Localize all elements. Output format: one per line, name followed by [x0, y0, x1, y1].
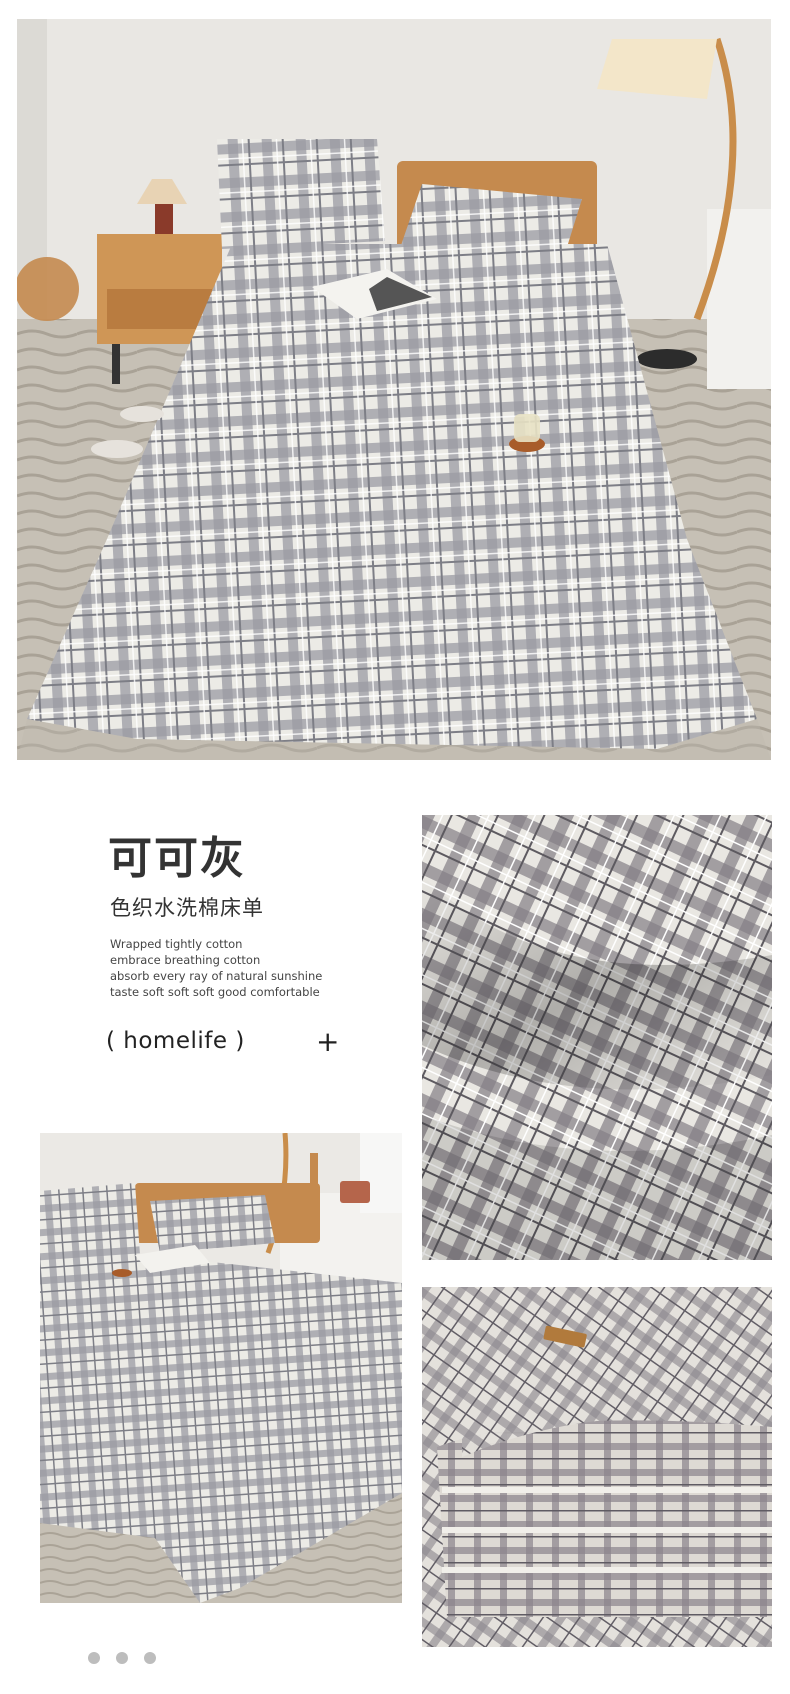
pagination-dot[interactable] — [88, 1652, 100, 1664]
description-line: Wrapped tightly cotton — [110, 937, 243, 951]
bedroom-secondary-image — [40, 1133, 402, 1603]
product-subtitle: 色织水洗棉床单 — [110, 896, 264, 920]
folded-sheets-image — [422, 1287, 772, 1647]
fabric-folds-image — [422, 815, 772, 1260]
pagination-dot[interactable] — [144, 1652, 156, 1664]
bedroom-secondary-photo — [40, 1133, 402, 1603]
description-line: embrace breathing cotton — [110, 953, 261, 967]
brand-label: ( homelife ) — [106, 1028, 245, 1054]
gallery-pagination — [88, 1652, 156, 1664]
pagination-dot[interactable] — [116, 1652, 128, 1664]
description-line: taste soft soft soft good comfortable — [110, 985, 320, 999]
hero-bedroom-photo — [17, 19, 771, 760]
description-line: absorb every ray of natural sunshine — [110, 969, 323, 983]
folded-sheets-photo — [422, 1287, 772, 1647]
plus-icon: + — [316, 1025, 340, 1058]
fabric-closeup-photo — [422, 815, 772, 1260]
product-title: 可可灰 — [108, 833, 246, 884]
bedroom-scene-image — [17, 19, 771, 760]
